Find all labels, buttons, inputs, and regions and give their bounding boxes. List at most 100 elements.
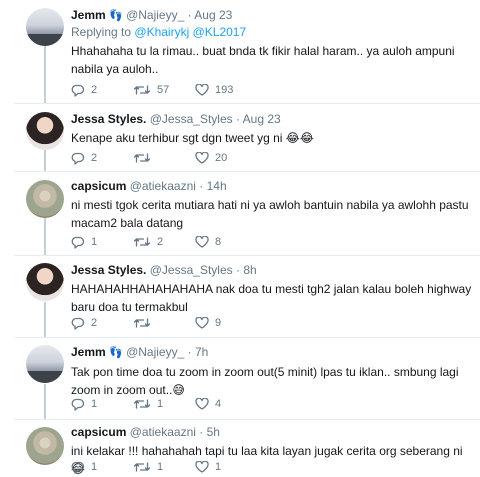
tweet[interactable]: capsicum @atiekaazni · 14h ni mesti tgok…	[14, 172, 480, 256]
retweet-count: 2	[157, 236, 164, 248]
tweet-actions: 2 9	[71, 315, 257, 331]
avatar[interactable]	[26, 263, 64, 301]
retweet-icon	[133, 236, 151, 248]
tweet[interactable]: Jemm 👣 @Najieyy_ · 7h Tak pon time doa t…	[14, 338, 480, 420]
reply-count: 1	[91, 236, 98, 248]
tweet-header: Jemm 👣 @Najieyy_ · Aug 23	[71, 8, 472, 24]
reply-count: 1	[91, 398, 98, 410]
like-count: 8	[215, 236, 222, 248]
display-name[interactable]: Jessa Styles.	[71, 112, 146, 126]
retweet-button[interactable]: 2	[133, 236, 195, 248]
heart-icon	[195, 152, 209, 164]
mention-link[interactable]: @Khairykj @KL2017	[134, 25, 246, 39]
heart-icon	[195, 317, 209, 329]
avatar[interactable]	[26, 180, 64, 218]
like-button[interactable]: 4	[195, 398, 257, 410]
footprints-emoji: 👣	[109, 10, 123, 22]
like-button[interactable]: 1	[195, 461, 257, 473]
display-name[interactable]: capsicum	[71, 425, 126, 439]
user-handle[interactable]: @atiekaazni	[130, 179, 196, 193]
tweet-header: Jemm 👣 @Najieyy_ · 7h	[71, 345, 472, 361]
reply-icon	[71, 317, 85, 330]
display-name[interactable]: Jemm	[71, 345, 106, 359]
reply-icon	[71, 152, 85, 165]
separator-dot: ·	[235, 263, 240, 277]
tweet-actions: 2 57 193	[71, 82, 257, 98]
tweet[interactable]: Jessa Styles. @Jessa_Styles · Aug 23 Ken…	[14, 104, 480, 172]
reply-button[interactable]: 1	[71, 461, 133, 474]
reply-button[interactable]: 1	[71, 398, 133, 411]
user-handle[interactable]: @Jessa_Styles	[150, 112, 233, 126]
reply-button[interactable]: 1	[71, 236, 133, 249]
display-name[interactable]: Jemm	[71, 8, 106, 22]
reply-button[interactable]: 2	[71, 152, 133, 165]
separator-dot: ·	[199, 425, 204, 439]
tweet[interactable]: Jessa Styles. @Jessa_Styles · 8h HAHAHAH…	[14, 256, 480, 338]
timestamp[interactable]: Aug 23	[194, 8, 232, 22]
user-handle[interactable]: @Najieyy_	[126, 8, 184, 22]
tweet-actions: 1 1 4	[71, 396, 257, 412]
reply-icon	[71, 461, 85, 474]
user-handle[interactable]: @Jessa_Styles	[150, 263, 233, 277]
tweet-actions: 1 1 1	[71, 459, 257, 475]
separator-dot: ·	[187, 8, 192, 22]
avatar[interactable]	[26, 345, 64, 383]
reply-button[interactable]: 2	[71, 317, 133, 330]
timestamp[interactable]: 8h	[243, 263, 256, 277]
timestamp[interactable]: 7h	[195, 345, 208, 359]
tweet-text: HAHAHAHHAHAHAHAHA nak doa tu mesti tgh2 …	[71, 282, 472, 314]
retweet-icon	[133, 461, 151, 473]
like-button[interactable]: 8	[195, 236, 257, 248]
user-handle[interactable]: @atiekaazni	[130, 425, 196, 439]
replying-to-label: Replying to	[71, 25, 132, 39]
reply-icon	[71, 236, 85, 249]
reply-count: 2	[91, 317, 98, 329]
footprints-emoji: 👣	[109, 347, 123, 359]
tweet-thread: Jemm 👣 @Najieyy_ · Aug 23 Replying to @K…	[14, 0, 480, 477]
heart-icon	[195, 236, 209, 248]
heart-icon	[195, 84, 209, 96]
retweet-button[interactable]: 57	[133, 84, 195, 96]
like-count: 4	[215, 398, 222, 410]
reply-count: 2	[91, 84, 98, 96]
tweet-header: Jessa Styles. @Jessa_Styles · 8h	[71, 263, 472, 278]
like-button[interactable]: 193	[195, 84, 257, 96]
separator-dot: ·	[235, 112, 240, 126]
like-button[interactable]: 9	[195, 317, 257, 329]
user-handle[interactable]: @Najieyy_	[126, 345, 184, 359]
retweet-count: 1	[157, 398, 164, 410]
timestamp[interactable]: 14h	[207, 179, 227, 193]
retweet-icon	[133, 152, 151, 164]
tweet-header: capsicum @atiekaazni · 5h	[71, 425, 472, 440]
tweet-actions: 1 2 8	[71, 234, 257, 250]
replying-to: Replying to @Khairykj @KL2017	[71, 25, 472, 40]
avatar[interactable]	[26, 427, 64, 465]
retweet-icon	[133, 398, 151, 410]
heart-icon	[195, 461, 209, 473]
like-button[interactable]: 20	[195, 152, 257, 164]
tweet-actions: 2 20	[71, 150, 257, 166]
tweet[interactable]: capsicum @atiekaazni · 5h ini kelakar !!…	[14, 420, 480, 477]
retweet-icon	[133, 317, 151, 329]
retweet-button[interactable]: 1	[133, 461, 195, 473]
retweet-button[interactable]	[133, 152, 195, 164]
timestamp[interactable]: 5h	[207, 425, 220, 439]
tweet-text: ni mesti tgok cerita mutiara hati ni ya …	[71, 198, 469, 230]
like-count: 20	[215, 152, 228, 164]
reply-button[interactable]: 2	[71, 84, 133, 97]
timestamp[interactable]: Aug 23	[243, 112, 281, 126]
retweet-count: 1	[157, 461, 164, 473]
tweet[interactable]: Jemm 👣 @Najieyy_ · Aug 23 Replying to @K…	[14, 0, 480, 104]
display-name[interactable]: capsicum	[71, 179, 126, 193]
reply-count: 2	[91, 152, 98, 164]
retweet-button[interactable]: 1	[133, 398, 195, 410]
tweet-text: Kenape aku terhibur sgt dgn tweet yg ni …	[71, 131, 314, 145]
heart-icon	[195, 398, 209, 410]
display-name[interactable]: Jessa Styles.	[71, 263, 146, 277]
avatar[interactable]	[26, 112, 64, 150]
avatar[interactable]	[26, 8, 64, 46]
retweet-button[interactable]	[133, 317, 195, 329]
reply-count: 1	[91, 461, 98, 473]
retweet-icon	[133, 84, 151, 96]
tweet-header: Jessa Styles. @Jessa_Styles · Aug 23	[71, 112, 472, 127]
